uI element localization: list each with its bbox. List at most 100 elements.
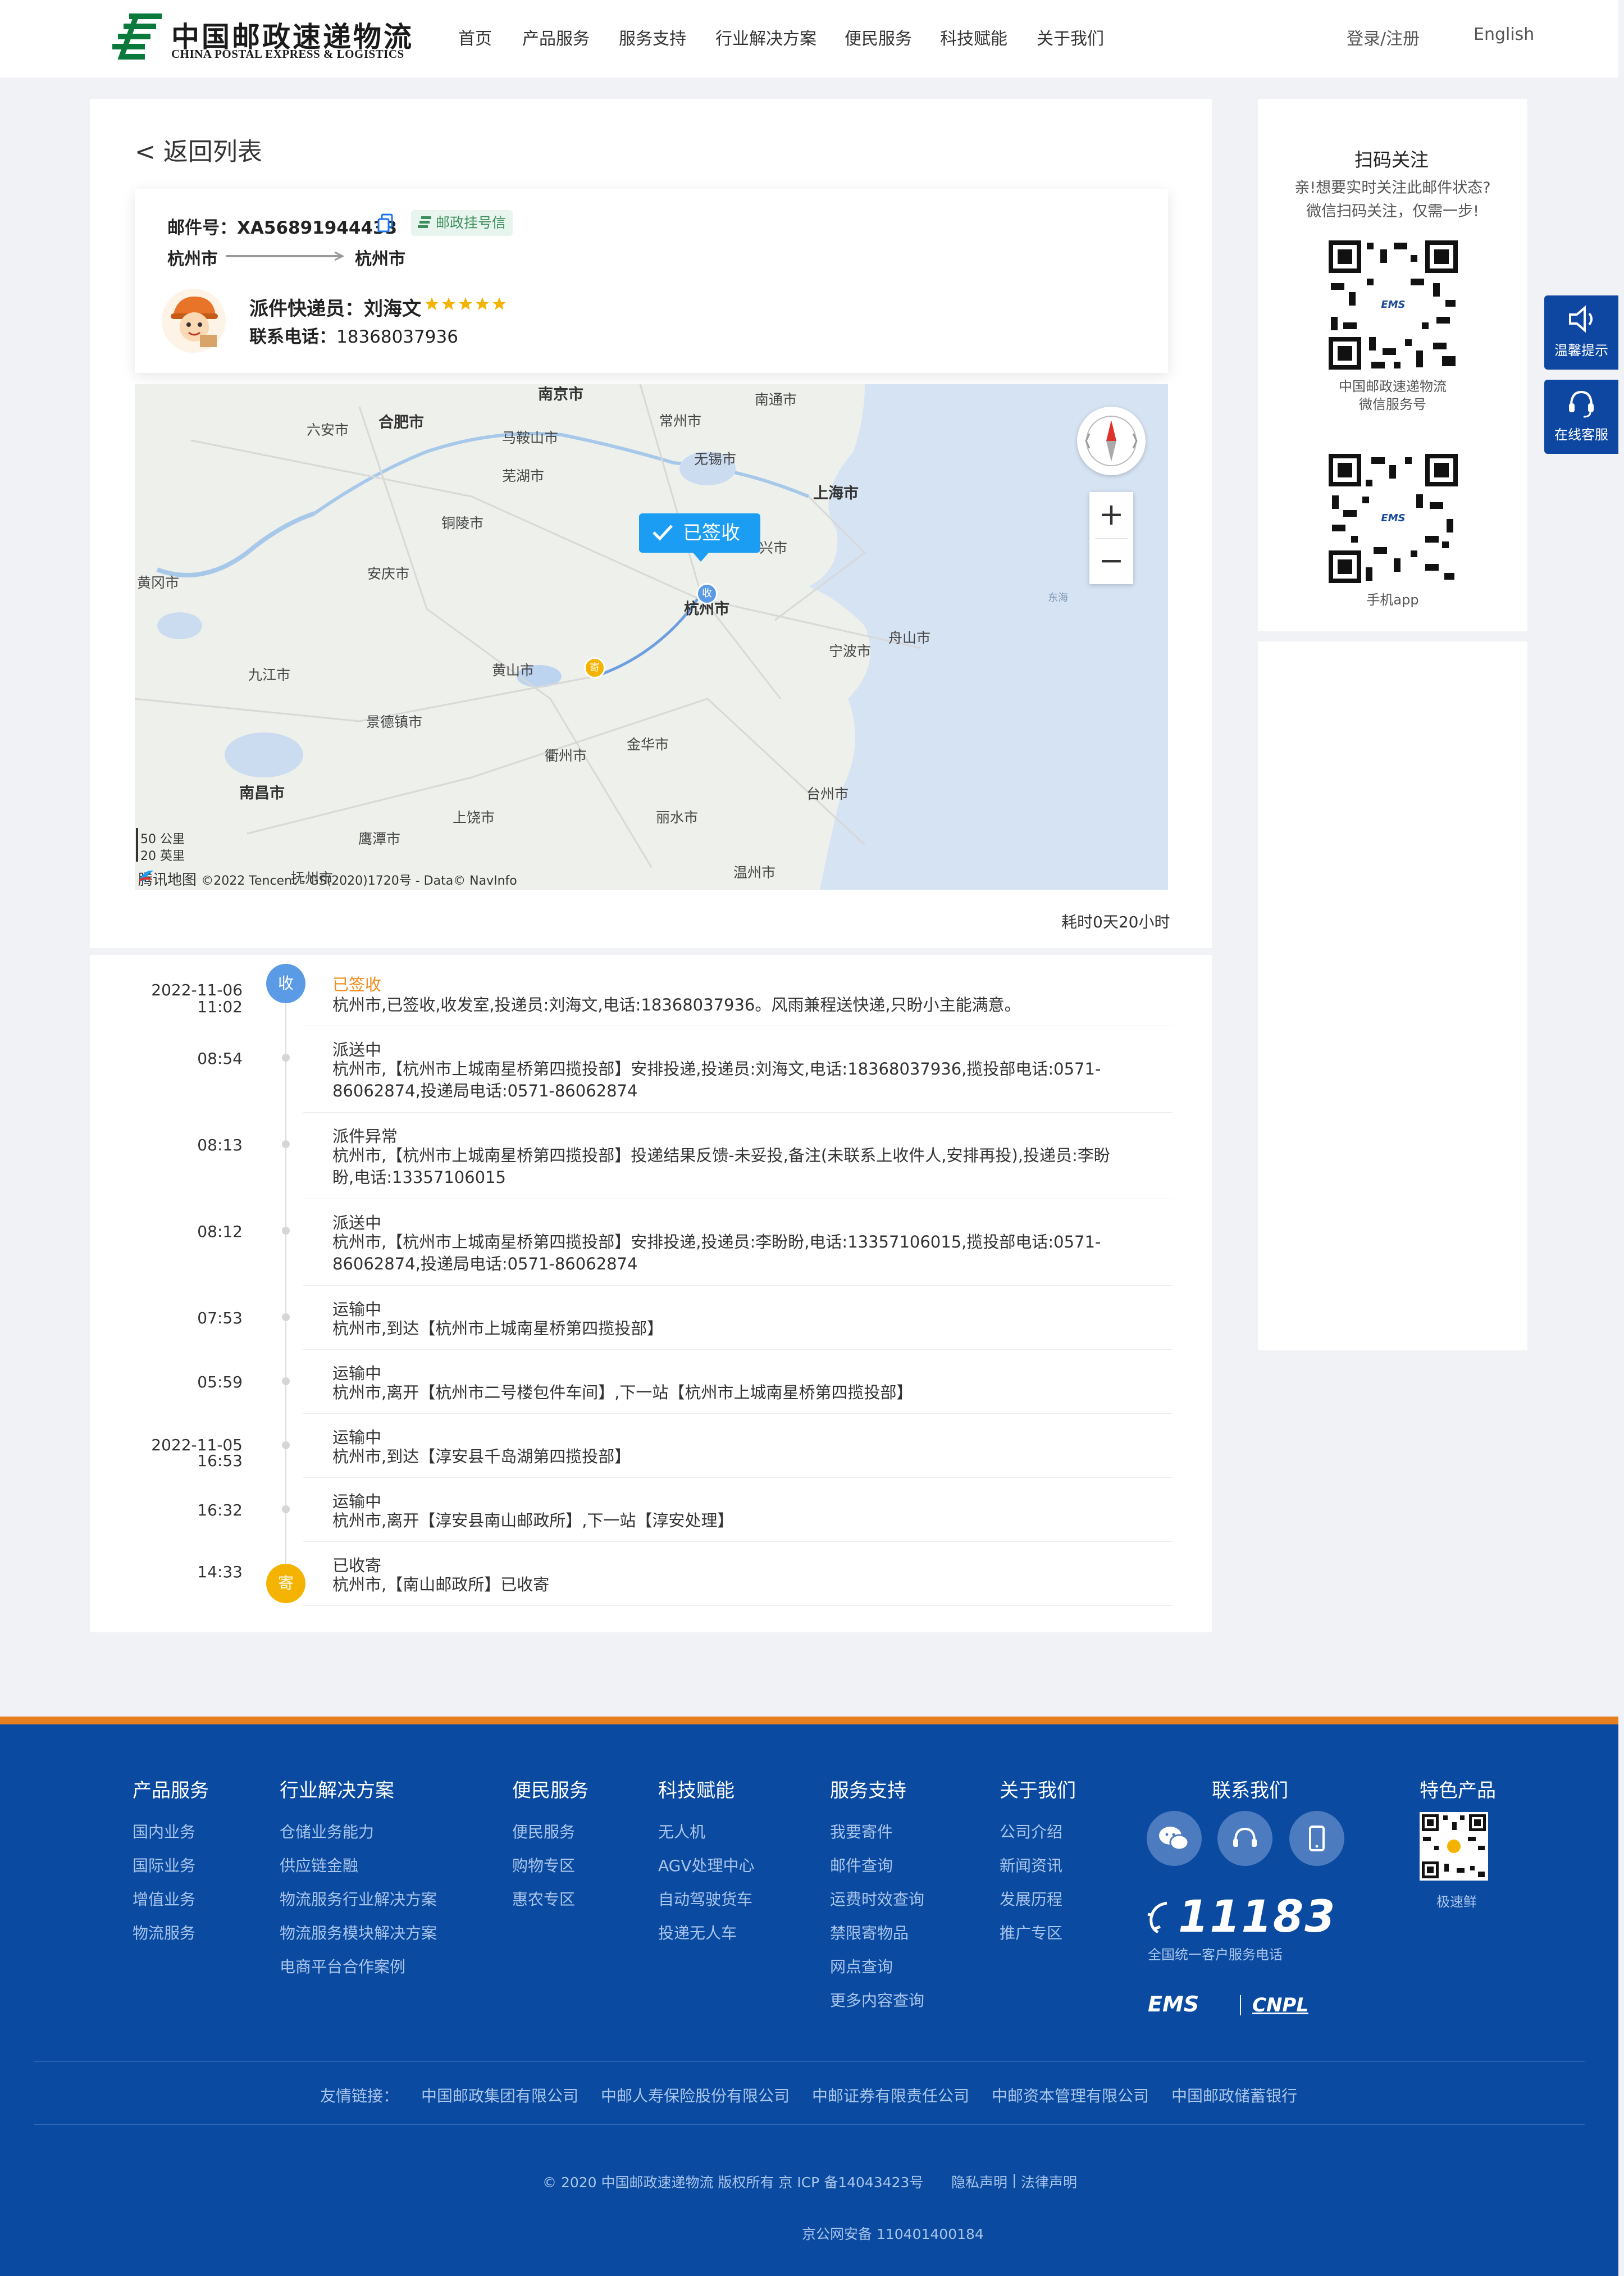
- footer-link[interactable]: 运费时效查询: [830, 1887, 924, 1910]
- footer-link[interactable]: AGV处理中心: [658, 1854, 755, 1876]
- footer-link[interactable]: 推广专区: [1000, 1921, 1062, 1943]
- phone-icon: [1147, 1901, 1167, 1934]
- nav-technology[interactable]: 科技赋能: [940, 25, 1007, 49]
- star-icon: [442, 297, 455, 310]
- footer-link[interactable]: 无人机: [658, 1820, 705, 1842]
- footer-link[interactable]: 惠农专区: [512, 1887, 575, 1910]
- footer-link[interactable]: 供应链金融: [280, 1854, 358, 1876]
- posted-badge: 寄: [266, 1564, 305, 1603]
- friend-link[interactable]: 中邮资本管理有限公司: [992, 2084, 1149, 2106]
- footer-link[interactable]: 国内业务: [133, 1820, 195, 1842]
- footer-col-title: 便民服务: [512, 1779, 589, 1802]
- timeline-time: 16:32: [197, 1501, 243, 1519]
- timeline-separator: [303, 1285, 1173, 1286]
- footer-link[interactable]: 我要寄件: [830, 1820, 893, 1842]
- online-service-float-button[interactable]: 在线客服: [1544, 380, 1618, 454]
- follow-line-1: 亲!想要实时关注此邮件状态?: [1294, 179, 1491, 197]
- wechat-qr-code: EMS: [1326, 238, 1460, 372]
- nav-home[interactable]: 首页: [458, 25, 492, 49]
- app-qr-code: EMS: [1326, 452, 1460, 585]
- footer-link[interactable]: 网点查询: [830, 1955, 893, 1977]
- footer-link[interactable]: 公司介绍: [1000, 1820, 1062, 1842]
- route-arrow-icon: [226, 252, 345, 261]
- privacy-link[interactable]: 隐私声明: [951, 2172, 1007, 2192]
- customer-service-button[interactable]: [1217, 1811, 1272, 1866]
- check-icon: [653, 525, 673, 541]
- language-switch[interactable]: English: [1474, 25, 1534, 44]
- map-label-jingdezhen: 景德镇市: [366, 714, 423, 730]
- nav-convenience[interactable]: 便民服务: [845, 25, 912, 49]
- map-attribution: 腾讯地图 ©2022 Tencent - GS(2020)1720号 - Dat…: [138, 868, 517, 889]
- footer-link[interactable]: 物流服务行业解决方案: [280, 1887, 437, 1910]
- tip-float-button[interactable]: 温馨提示: [1544, 295, 1618, 370]
- footer-link[interactable]: 仓储业务能力: [280, 1820, 374, 1842]
- copy-icon[interactable]: [377, 213, 393, 233]
- timeline-separator: [303, 1605, 1173, 1606]
- friend-link[interactable]: 中邮证券有限责任公司: [812, 2084, 969, 2106]
- timeline-separator: [303, 1112, 1173, 1113]
- footer-col-title: 行业解决方案: [280, 1779, 394, 1802]
- zoom-out-button[interactable]: −: [1089, 538, 1133, 584]
- zoom-control: + −: [1089, 492, 1133, 584]
- timeline-status: 派送中: [332, 1213, 382, 1232]
- phone-label: 联系电话：: [249, 327, 336, 347]
- footer-link[interactable]: 新闻资讯: [1000, 1854, 1062, 1876]
- footer-link[interactable]: 购物专区: [512, 1854, 575, 1876]
- nav-support[interactable]: 服务支持: [619, 25, 686, 49]
- follow-title: 扫码关注: [1354, 149, 1429, 171]
- follow-line-2: 微信扫码关注，仅需一步!: [1306, 203, 1479, 220]
- nav-about[interactable]: 关于我们: [1037, 25, 1104, 49]
- footer-link[interactable]: 禁限寄物品: [830, 1921, 909, 1943]
- footer-col-title: 服务支持: [830, 1779, 906, 1802]
- map-label-donghai: 东海: [1048, 592, 1068, 604]
- footer-link[interactable]: 电商平台合作案例: [280, 1955, 405, 1977]
- footer-link[interactable]: 更多内容查询: [830, 1988, 924, 2011]
- star-icon: [492, 297, 506, 310]
- route-map[interactable]: 南京市 六安市 合肥市 马鞍山市 常州市 南通市 无锡市 芜湖市 上海市 铜陵市…: [135, 384, 1168, 890]
- timeline-detail: 杭州市,【杭州市上城南星桥第四揽投部】安排投递,投递员:刘海文,电话:18368…: [332, 1059, 1101, 1100]
- police-record: 京公网安备 110401400184: [802, 2226, 984, 2242]
- timeline-date: 2022-11-06: [151, 981, 243, 999]
- login-register-link[interactable]: 登录/注册: [1347, 25, 1420, 49]
- map-label-wuhu: 芜湖市: [502, 468, 545, 484]
- footer-divider: [34, 2061, 1585, 2062]
- footer-link[interactable]: 自动驾驶货车: [658, 1887, 752, 1910]
- map-status-label: 已签收: [683, 522, 740, 544]
- legal-link[interactable]: 法律声明: [1021, 2172, 1077, 2192]
- map-label-lishui: 丽水市: [656, 809, 699, 826]
- site-logo[interactable]: 中国邮政速递物流 CHINA POSTAL EXPRESS & LOGISTIC…: [112, 10, 412, 66]
- compass-control[interactable]: [1077, 407, 1146, 475]
- featured-title: 特色产品: [1420, 1779, 1496, 1802]
- footer-link[interactable]: 物流服务: [133, 1921, 195, 1943]
- footer-link[interactable]: 增值业务: [133, 1887, 195, 1910]
- friend-link[interactable]: 中国邮政集团有限公司: [421, 2084, 578, 2106]
- footer-link[interactable]: 国际业务: [133, 1854, 195, 1876]
- friend-link[interactable]: 中国邮政储蓄银行: [1171, 2084, 1297, 2106]
- wechat-button[interactable]: [1147, 1811, 1202, 1866]
- map-scale-bar: [136, 828, 138, 862]
- footer-link[interactable]: 发展历程: [1000, 1887, 1062, 1910]
- zoom-in-button[interactable]: +: [1089, 492, 1133, 538]
- nav-industry-solutions[interactable]: 行业解决方案: [715, 25, 816, 49]
- brand-divider: [1240, 1995, 1241, 2015]
- footer-link[interactable]: 投递无人车: [658, 1921, 737, 1943]
- copyright-text: © 2020 中国邮政速递物流 版权所有 京 ICP 备14043423号: [542, 2174, 924, 2191]
- friend-link[interactable]: 中邮人寿保险股份有限公司: [601, 2084, 790, 2106]
- nav-products[interactable]: 产品服务: [522, 25, 590, 49]
- footer-link[interactable]: 物流服务模块解决方案: [280, 1921, 437, 1943]
- footer-accent-stripe: [0, 1717, 1618, 1724]
- footer-link[interactable]: 邮件查询: [830, 1854, 893, 1876]
- timeline-time: 16:53: [197, 1451, 243, 1470]
- cnpl-brand-logo: CNPL: [1252, 1994, 1308, 2016]
- timeline-detail: 杭州市,到达【淳安县千岛湖第四揽投部】: [332, 1447, 631, 1466]
- back-to-list-link[interactable]: < 返回列表: [135, 131, 262, 167]
- timeline-separator: [303, 1541, 1173, 1542]
- timeline-dot: [282, 1505, 290, 1513]
- timeline-time: 07:53: [197, 1309, 243, 1327]
- map-pin-send: 寄: [584, 657, 605, 679]
- china-post-small-icon: [418, 216, 431, 228]
- footer-link[interactable]: 便民服务: [512, 1820, 575, 1842]
- mobile-button[interactable]: [1289, 1811, 1344, 1866]
- timeline-detail: 杭州市,到达【杭州市上城南星桥第四揽投部】: [332, 1319, 664, 1338]
- star-icon: [459, 297, 472, 310]
